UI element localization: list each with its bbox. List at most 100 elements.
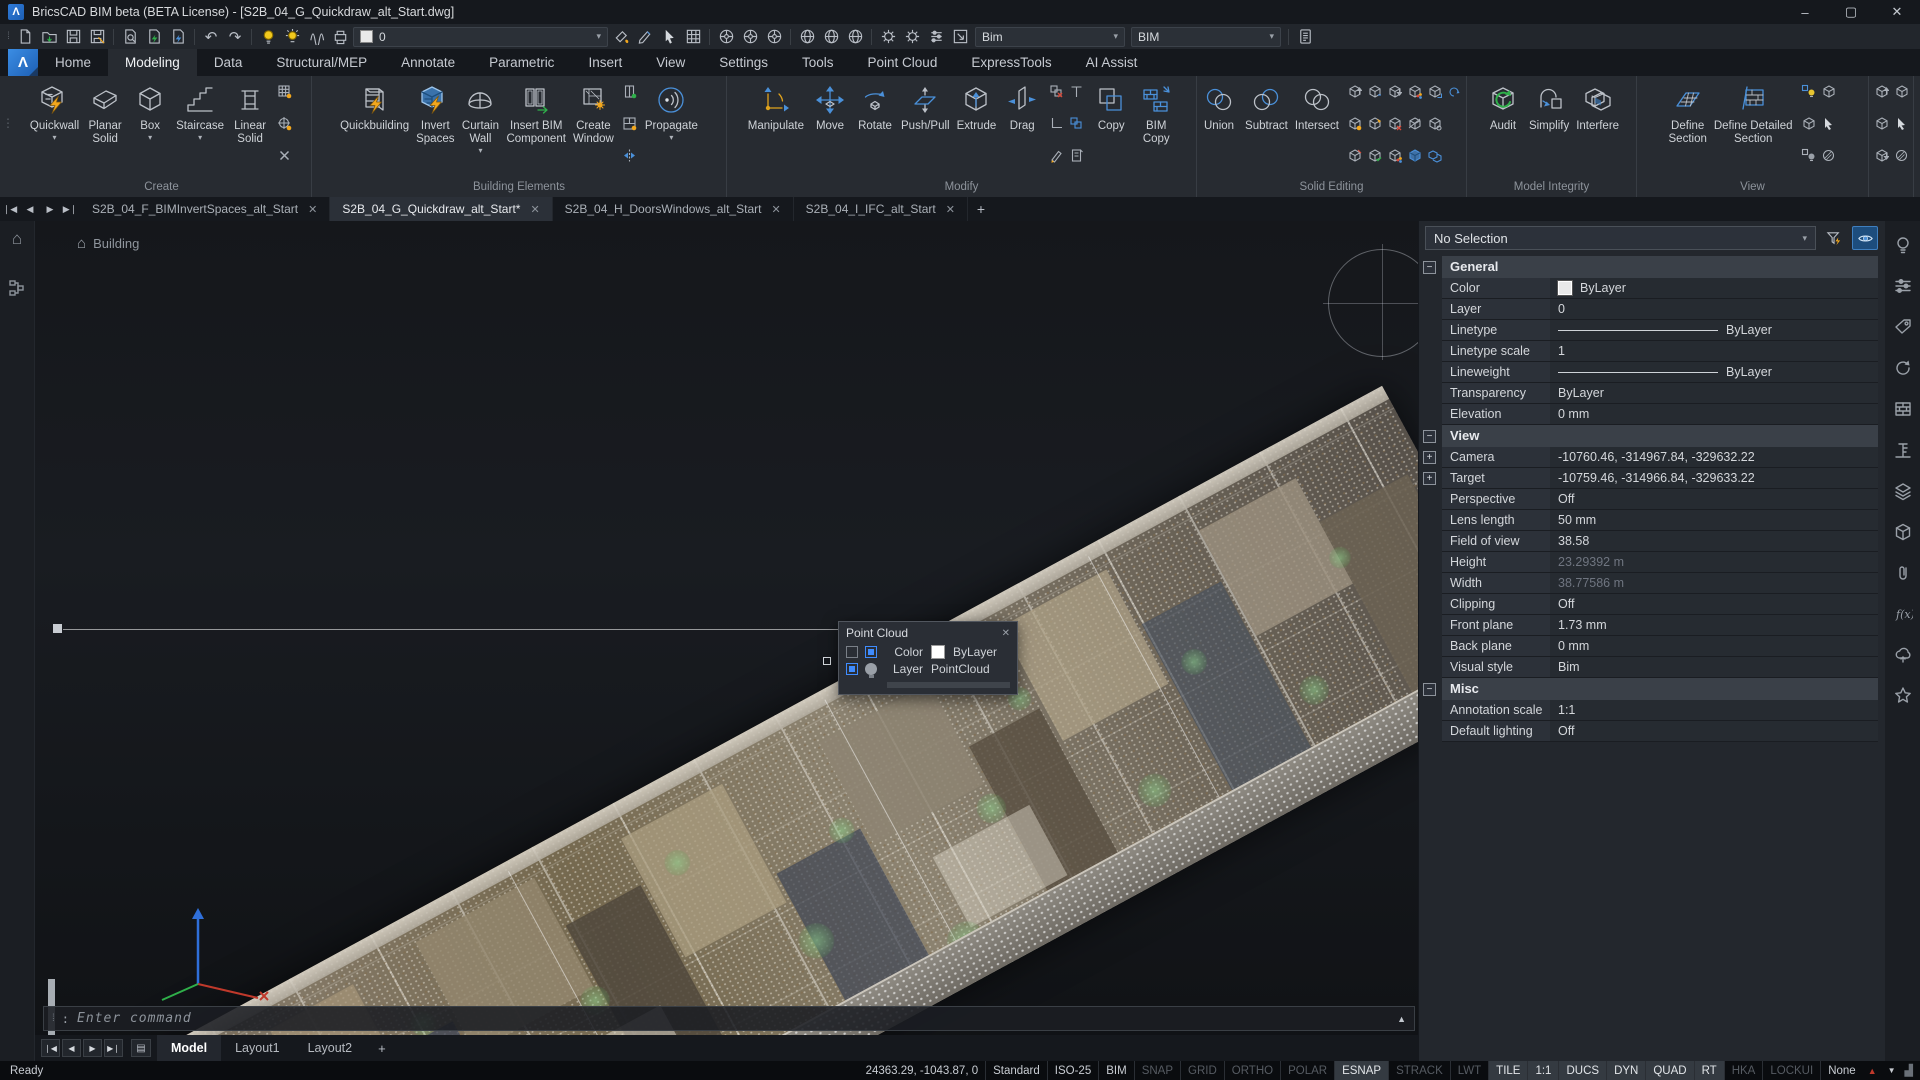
doc-next-icon[interactable]: ▶ (40, 197, 60, 221)
propagate-button[interactable]: Propagate▾ (642, 80, 701, 144)
prop-value[interactable]: Off (1550, 721, 1878, 742)
popup-checkbox-1[interactable] (846, 646, 858, 658)
cube-corner-icon[interactable] (1425, 82, 1444, 101)
collapse-icon[interactable]: − (1423, 261, 1436, 274)
home-icon[interactable]: ⌂ (12, 229, 22, 249)
simplify-button[interactable]: Simplify (1526, 80, 1572, 135)
bulb-on-icon[interactable] (257, 26, 279, 47)
cube-slice-icon[interactable] (1405, 114, 1424, 133)
warning-triangle-icon[interactable]: ▲ (1863, 1066, 1882, 1076)
tab-insert[interactable]: Insert (571, 49, 639, 76)
layout-tab-layout1[interactable]: Layout1 (221, 1035, 293, 1061)
move-button[interactable]: Move (808, 80, 852, 135)
gear-icon-1[interactable] (877, 26, 899, 47)
cloud-panel-icon[interactable] (1889, 641, 1917, 669)
grid-icon[interactable] (275, 82, 294, 101)
sliders-panel-icon[interactable] (1889, 272, 1917, 300)
open-file-icon[interactable] (38, 26, 60, 47)
insert-bim-component-button[interactable]: Insert BIM Component (503, 80, 568, 148)
breadcrumb[interactable]: ⌂ Building (77, 235, 139, 252)
cube-brush-icon[interactable] (1365, 114, 1384, 133)
maximize-button[interactable]: ▢ (1828, 0, 1874, 24)
cube-red-icon[interactable] (1385, 114, 1404, 133)
status-toggle-tile[interactable]: TILE (1488, 1061, 1527, 1080)
prop-row-width[interactable]: Width38.77586 m (1423, 573, 1878, 594)
structure-tree-icon[interactable] (8, 279, 26, 300)
fx-panel-icon[interactable]: f(x) (1889, 600, 1917, 628)
tab-modeling[interactable]: Modeling (108, 49, 197, 76)
export-icon[interactable] (167, 26, 189, 47)
status-toggle-1-1[interactable]: 1:1 (1527, 1061, 1558, 1080)
extrude-button[interactable]: Extrude (954, 80, 1000, 135)
status-toggle-esnap[interactable]: ESNAP (1334, 1061, 1388, 1080)
command-grip[interactable]: ⁞ (52, 1013, 54, 1024)
status-toggle-grid[interactable]: GRID (1180, 1061, 1224, 1080)
wheel-icon-1[interactable] (715, 26, 737, 47)
layout-next-icon[interactable]: ▶ (83, 1039, 102, 1057)
windot-icon[interactable] (620, 82, 639, 101)
wingrid-icon[interactable] (620, 114, 639, 133)
prop-row-layer[interactable]: Layer0 (1423, 299, 1878, 320)
globe-icon-2[interactable] (820, 26, 842, 47)
status-toggle-lwt[interactable]: LWT (1450, 1061, 1488, 1080)
hatch-icon[interactable] (1819, 146, 1838, 165)
tab-annotate[interactable]: Annotate (384, 49, 472, 76)
cube-copy-icon[interactable] (1425, 146, 1444, 165)
annotate-pen-icon[interactable] (634, 26, 656, 47)
layers-panel-icon[interactable] (1889, 477, 1917, 505)
tab-expresstools[interactable]: ExpressTools (954, 49, 1068, 76)
define-section-button[interactable]: Define Section (1666, 80, 1710, 148)
expand-icon[interactable]: + (1423, 472, 1436, 485)
close-tab-icon[interactable]: ✕ (946, 203, 955, 216)
bricks-panel-icon[interactable] (1889, 395, 1917, 423)
interfere-button[interactable]: Interfere (1573, 80, 1622, 135)
invert-spaces-button[interactable]: Invert Spaces (413, 80, 457, 148)
layout-tab-model[interactable]: Model (157, 1035, 221, 1061)
prop-value[interactable]: Bim (1550, 657, 1878, 678)
layout-prev-icon[interactable]: ◀ (62, 1039, 81, 1057)
cube-up-icon[interactable] (1872, 82, 1891, 101)
close-tab-icon[interactable]: ✕ (771, 203, 780, 216)
prop-row-elevation[interactable]: Elevation0 mm (1423, 404, 1878, 425)
cube--icon[interactable] (1872, 114, 1891, 133)
manipulate-button[interactable]: Manipulate (745, 80, 807, 135)
tab-point-cloud[interactable]: Point Cloud (851, 49, 955, 76)
pin-panel-icon[interactable] (1889, 682, 1917, 710)
application-button[interactable]: Λ (8, 49, 38, 76)
status-toggle-lockui[interactable]: LOCKUI (1762, 1061, 1820, 1080)
new-file-icon[interactable] (14, 26, 36, 47)
visibility-eye-icon[interactable] (1852, 226, 1878, 250)
expand-icon[interactable]: + (1423, 451, 1436, 464)
lamp-panel-icon[interactable] (1889, 231, 1917, 259)
layout-list-icon[interactable]: ▤ (131, 1039, 151, 1057)
selection-combobox[interactable]: No Selection ▾ (1425, 226, 1816, 250)
status-toggle-snap[interactable]: SNAP (1134, 1061, 1180, 1080)
select-tools-icon[interactable] (658, 26, 680, 47)
chk-bulb2-icon[interactable] (1799, 146, 1818, 165)
prop-row-default-lighting[interactable]: Default lightingOff (1423, 721, 1878, 742)
viewport-3d[interactable]: ⌂ Building Point Cloud ✕ (35, 221, 1418, 1061)
status-toggle-iso-25[interactable]: ISO-25 (1047, 1061, 1098, 1080)
prop-row-visual-style[interactable]: Visual styleBim (1423, 657, 1878, 678)
save-icon[interactable] (62, 26, 84, 47)
status-toggle-standard[interactable]: Standard (985, 1061, 1047, 1080)
doc-prev-icon[interactable]: ◀ (20, 197, 40, 221)
tee-icon[interactable] (1067, 82, 1086, 101)
prop-value[interactable]: 0 mm (1550, 404, 1878, 425)
box-button[interactable]: Box▾ (128, 80, 172, 144)
target-icon[interactable] (275, 114, 294, 133)
workspace-combobox[interactable]: Bim ▾ (975, 27, 1125, 47)
prop-value[interactable]: 38.58 (1550, 531, 1878, 552)
tab-parametric[interactable]: Parametric (472, 49, 571, 76)
prop-value[interactable]: 0 (1550, 299, 1878, 320)
prop-row-target[interactable]: +Target-10759.46, -314966.84, -329633.22 (1423, 468, 1878, 489)
status-toggle-ducs[interactable]: DUCS (1558, 1061, 1606, 1080)
prop-row-back-plane[interactable]: Back plane0 mm (1423, 636, 1878, 657)
prop-value[interactable]: -10759.46, -314966.84, -329633.22 (1550, 468, 1878, 489)
prop-value[interactable]: ByLayer (1550, 278, 1878, 299)
boxr-icon[interactable] (1047, 82, 1066, 101)
create-window-button[interactable]: Create Window (570, 80, 617, 148)
document-icon[interactable] (1294, 26, 1316, 47)
union-button[interactable]: Union (1197, 80, 1241, 135)
prop-value[interactable]: 0 mm (1550, 636, 1878, 657)
